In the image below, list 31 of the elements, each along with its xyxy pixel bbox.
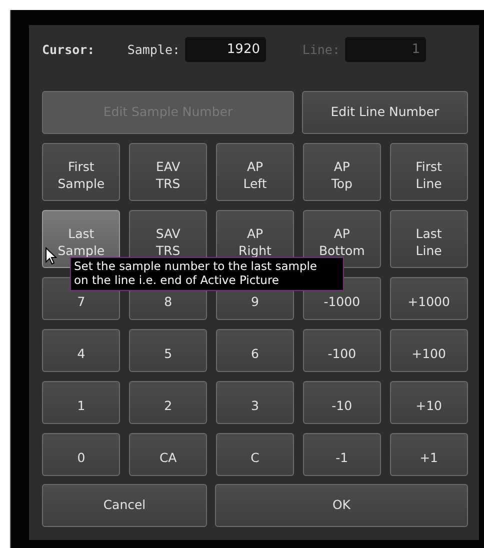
keypad-button[interactable]: Last Line	[390, 210, 468, 268]
keypad-button[interactable]: -100	[302, 329, 382, 372]
keypad-button[interactable]: +10	[390, 381, 468, 424]
keypad-button[interactable]: +100	[390, 329, 468, 372]
keypad-button[interactable]: AP Top	[302, 143, 382, 201]
mouse-pointer-icon	[45, 247, 57, 265]
cancel-button[interactable]: Cancel	[42, 484, 207, 527]
keypad-button[interactable]: First Line	[390, 143, 468, 201]
keypad-button[interactable]: 0	[42, 433, 120, 476]
keypad-button[interactable]: AP Left	[216, 143, 294, 201]
keypad-button[interactable]: 2	[128, 381, 208, 424]
keypad-button[interactable]: -1	[302, 433, 382, 476]
keypad-button[interactable]: +1000	[390, 277, 468, 320]
cursor-label: Cursor:	[42, 42, 96, 57]
keypad-button[interactable]: 4	[42, 329, 120, 372]
keypad-button[interactable]: +1	[390, 433, 468, 476]
keypad-button[interactable]: 1	[42, 381, 120, 424]
sample-field[interactable]: 1920	[185, 37, 266, 62]
tooltip: Set the sample number to the last sample on the line i.e. end of Active Picture	[70, 257, 344, 291]
keypad-button[interactable]: EAV TRS	[128, 143, 208, 201]
keypad-button[interactable]: C	[216, 433, 294, 476]
keypad-button[interactable]: 5	[128, 329, 208, 372]
sample-label: Sample:	[126, 42, 180, 57]
keypad-button[interactable]: 3	[216, 381, 294, 424]
keypad-button[interactable]: -10	[302, 381, 382, 424]
keypad-button[interactable]: CA	[128, 433, 208, 476]
line-label: Line:	[301, 42, 340, 57]
keypad-button[interactable]: 6	[216, 329, 294, 372]
keypad-button[interactable]: First Sample	[42, 143, 120, 201]
ok-button[interactable]: OK	[215, 484, 468, 527]
mode-button[interactable]: Edit Line Number	[302, 91, 468, 134]
